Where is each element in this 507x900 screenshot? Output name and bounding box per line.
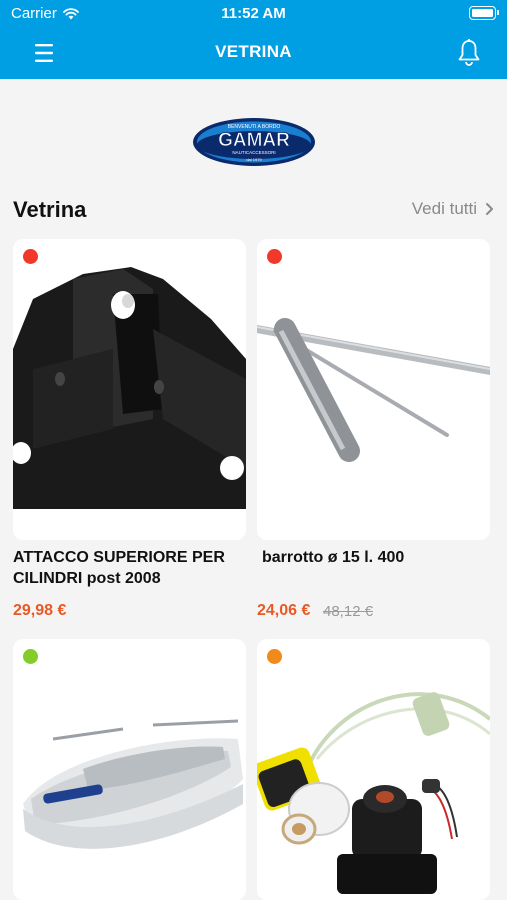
product-price-1: 29,98 €: [13, 602, 67, 619]
page-title: VETRINA: [215, 42, 292, 61]
see-all-label: Vedi tutti: [411, 199, 477, 218]
section-title: Vetrina: [13, 197, 87, 222]
product-card-4[interactable]: [257, 639, 490, 900]
nav-bar: VETRINA: [0, 28, 507, 79]
status-bar: Carrier 11:52 AM: [0, 0, 507, 28]
see-all-link[interactable]: Vedi tutti: [412, 199, 494, 219]
top-bar: Carrier 11:52 AM VETRINA: [0, 0, 507, 79]
product-name-1: ATTACCO SUPERIORE PER CILINDRI post 2008: [13, 549, 225, 587]
battery-icon: [469, 6, 499, 20]
product-image: [23, 719, 243, 849]
chevron-right-icon: [486, 203, 493, 215]
bell-icon: [458, 39, 480, 66]
logo-name: GAMAR: [218, 130, 290, 151]
product-card-3[interactable]: [13, 639, 246, 900]
logo-bottom-text: NAUTICACCESSORI: [232, 150, 275, 155]
notifications-button[interactable]: [455, 38, 483, 68]
product-name-2: barrotto ø 15 l. 400: [262, 549, 405, 566]
product-image: [257, 318, 490, 462]
product-card-1[interactable]: [13, 239, 246, 540]
brand-logo: BENVENUTI A BORDO GAMAR NAUTICACCESSORI …: [192, 117, 316, 167]
product-image: [13, 267, 246, 509]
product-old-price-2: 48,12 €: [323, 603, 374, 620]
product-image: [257, 692, 490, 894]
product-price-2: 24,06 €: [257, 602, 311, 619]
logo-sub-text: dal 1979: [246, 157, 262, 162]
product-card-2[interactable]: [257, 239, 490, 540]
status-time: 11:52 AM: [221, 5, 286, 22]
